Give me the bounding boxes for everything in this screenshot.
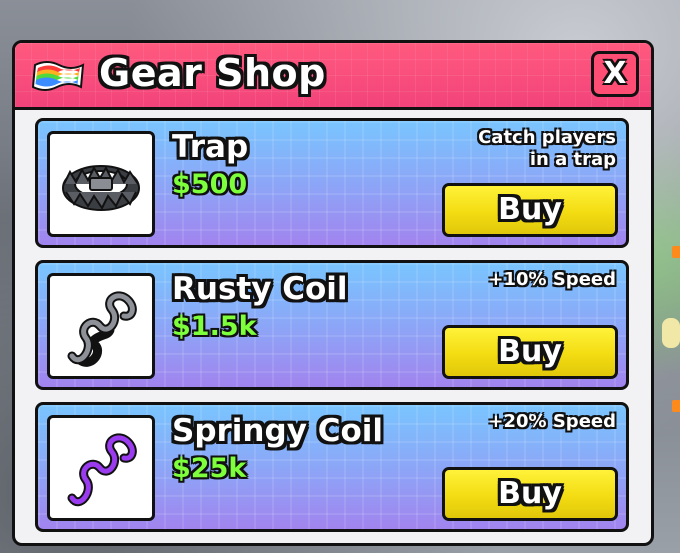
bear-trap-icon xyxy=(62,165,140,211)
close-button[interactable]: X xyxy=(591,51,639,97)
item-description-line: +20% Speed xyxy=(488,411,616,432)
item-thumbnail xyxy=(47,415,155,521)
shop-item-springy-coil: Springy Coil $25k +20% Speed Buy xyxy=(35,402,629,532)
purple-coil-icon xyxy=(67,433,137,507)
item-name: Rusty Coil xyxy=(172,271,348,307)
item-description-line: in a trap xyxy=(529,149,616,170)
gear-shop-window: Gear Shop X Trap $500 Catch players in a… xyxy=(12,40,654,546)
rainbow-carpet-icon xyxy=(31,61,85,91)
item-price: $25k xyxy=(172,453,247,484)
item-description-line: +10% Speed xyxy=(488,269,616,290)
item-description: +10% Speed xyxy=(488,269,616,291)
item-list[interactable]: Trap $500 Catch players in a trap Buy Ru… xyxy=(15,110,651,543)
item-description: Catch players in a trap xyxy=(478,127,616,171)
background-object xyxy=(662,318,680,348)
background-marker xyxy=(672,246,680,258)
item-thumbnail xyxy=(47,273,155,379)
shop-title: Gear Shop xyxy=(99,51,326,95)
title-bar: Gear Shop X xyxy=(15,43,651,110)
item-price: $500 xyxy=(172,169,248,200)
item-name: Springy Coil xyxy=(172,413,383,449)
background-marker xyxy=(672,400,680,412)
item-price: $1.5k xyxy=(172,311,257,342)
shop-item-trap: Trap $500 Catch players in a trap Buy xyxy=(35,118,629,248)
item-description: +20% Speed xyxy=(488,411,616,433)
item-thumbnail xyxy=(47,131,155,237)
buy-button[interactable]: Buy xyxy=(442,467,618,521)
item-name: Trap xyxy=(172,129,249,165)
item-description-line: Catch players xyxy=(478,127,616,148)
buy-button[interactable]: Buy xyxy=(442,325,618,379)
buy-button[interactable]: Buy xyxy=(442,183,618,237)
shop-item-rusty-coil: Rusty Coil $1.5k +10% Speed Buy xyxy=(35,260,629,390)
gray-coil-icon xyxy=(67,291,137,367)
